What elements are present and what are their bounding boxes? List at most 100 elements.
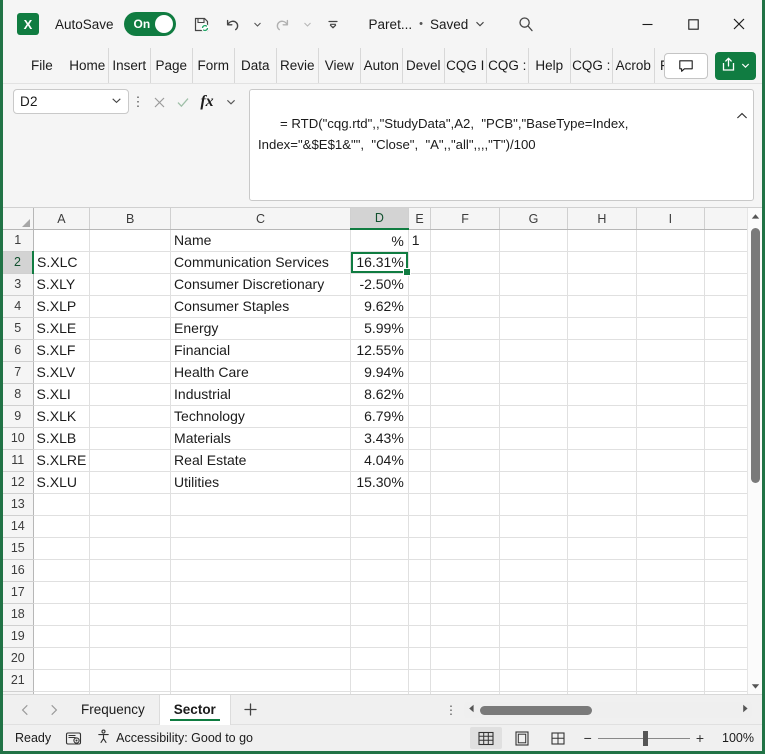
cell-F22[interactable] (430, 691, 500, 694)
column-header-b[interactable]: B (89, 208, 172, 230)
cell-G12[interactable] (499, 471, 569, 494)
cell-E1[interactable]: 1 (408, 229, 432, 252)
ribbon-tab-file[interactable]: File (17, 48, 67, 83)
cell-H18[interactable] (567, 603, 637, 626)
cell-H21[interactable] (567, 669, 637, 692)
cell-A14[interactable] (33, 515, 91, 538)
cell-B12[interactable] (89, 471, 172, 494)
cell-A17[interactable] (33, 581, 91, 604)
cell-A18[interactable] (33, 603, 91, 626)
column-header-h[interactable]: H (567, 208, 637, 230)
cell-H1[interactable] (567, 229, 637, 252)
cell-A11[interactable]: S.XLRE (33, 449, 91, 472)
row-header-4[interactable]: 4 (3, 295, 34, 318)
cell-H5[interactable] (567, 317, 637, 340)
cell-B9[interactable] (89, 405, 172, 428)
cell-F11[interactable] (430, 449, 500, 472)
cell-F5[interactable] (430, 317, 500, 340)
cell-A20[interactable] (33, 647, 91, 670)
zoom-slider[interactable]: − + (584, 730, 704, 746)
cell-G17[interactable] (499, 581, 569, 604)
cell-I9[interactable] (636, 405, 705, 428)
cell-B14[interactable] (89, 515, 172, 538)
cell-G22[interactable] (499, 691, 569, 694)
cell-E4[interactable] (408, 295, 432, 318)
cell-A13[interactable] (33, 493, 91, 516)
cell-A19[interactable] (33, 625, 91, 648)
row-header-15[interactable]: 15 (3, 537, 34, 560)
cell-H9[interactable] (567, 405, 637, 428)
cell-D22[interactable] (350, 691, 409, 694)
ribbon-tab-acrobat[interactable]: Acrob (613, 48, 655, 83)
cell-A2[interactable]: S.XLC (33, 251, 91, 274)
row-header-1[interactable]: 1 (3, 229, 34, 252)
row-header-20[interactable]: 20 (3, 647, 34, 670)
cell-H17[interactable] (567, 581, 637, 604)
cell-C3[interactable]: Consumer Discretionary (170, 273, 351, 296)
ribbon-tab-cqg-2[interactable]: CQG : (487, 48, 529, 83)
cell-G2[interactable] (499, 251, 569, 274)
cell-C21[interactable] (170, 669, 351, 692)
cell-D8[interactable]: 8.62% (350, 383, 409, 406)
redo-icon[interactable] (269, 10, 297, 38)
cell-E6[interactable] (408, 339, 432, 362)
cell-I16[interactable] (636, 559, 705, 582)
cell-I2[interactable] (636, 251, 705, 274)
formula-input[interactable]: = RTD("cqg.rtd",,"StudyData",A2, "PCB","… (249, 89, 754, 202)
cell-B6[interactable] (89, 339, 172, 362)
cell-E16[interactable] (408, 559, 432, 582)
cell-H8[interactable] (567, 383, 637, 406)
cell-I21[interactable] (636, 669, 705, 692)
cell-G15[interactable] (499, 537, 569, 560)
scroll-right-icon[interactable] (738, 704, 752, 715)
redo-dropdown-icon[interactable] (300, 10, 316, 38)
cell-A7[interactable]: S.XLV (33, 361, 91, 384)
cell-H16[interactable] (567, 559, 637, 582)
title-chevron-down-icon[interactable] (475, 17, 485, 32)
cell-D10[interactable]: 3.43% (350, 427, 409, 450)
row-header-17[interactable]: 17 (3, 581, 34, 604)
cell-E5[interactable] (408, 317, 432, 340)
cell-C14[interactable] (170, 515, 351, 538)
cell-G3[interactable] (499, 273, 569, 296)
ribbon-tab-formulas[interactable]: Form (193, 48, 235, 83)
vertical-scrollbar[interactable] (747, 208, 762, 694)
cell-B3[interactable] (89, 273, 172, 296)
name-box[interactable]: D2 (13, 89, 129, 114)
cell-B4[interactable] (89, 295, 172, 318)
cell-D4[interactable]: 9.62% (350, 295, 409, 318)
cell-C18[interactable] (170, 603, 351, 626)
cell-E15[interactable] (408, 537, 432, 560)
ribbon-tab-review[interactable]: Revie (277, 48, 319, 83)
cell-B17[interactable] (89, 581, 172, 604)
cell-D21[interactable] (350, 669, 409, 692)
cell-I15[interactable] (636, 537, 705, 560)
cell-A5[interactable]: S.XLE (33, 317, 91, 340)
cell-H7[interactable] (567, 361, 637, 384)
cell-I5[interactable] (636, 317, 705, 340)
cell-D14[interactable] (350, 515, 409, 538)
cell-G20[interactable] (499, 647, 569, 670)
cell-G10[interactable] (499, 427, 569, 450)
cell-H15[interactable] (567, 537, 637, 560)
cell-E22[interactable] (408, 691, 432, 694)
zoom-slider-handle[interactable] (642, 730, 648, 746)
row-header-6[interactable]: 6 (3, 339, 34, 362)
row-header-16[interactable]: 16 (3, 559, 34, 582)
cell-C13[interactable] (170, 493, 351, 516)
cell-F20[interactable] (430, 647, 500, 670)
ribbon-tab-cqg-3[interactable]: CQG : (571, 48, 613, 83)
cell-G5[interactable] (499, 317, 569, 340)
cell-E19[interactable] (408, 625, 432, 648)
cell-G1[interactable] (499, 229, 569, 252)
cell-C1[interactable]: Name (170, 229, 351, 252)
sheet-tab-frequency[interactable]: Frequency (67, 694, 160, 725)
cell-D5[interactable]: 5.99% (350, 317, 409, 340)
cell-I1[interactable] (636, 229, 705, 252)
row-header-2[interactable]: 2 (3, 251, 35, 274)
search-icon[interactable] (517, 15, 535, 33)
horizontal-scroll-track[interactable] (478, 702, 738, 718)
page-layout-view-icon[interactable] (506, 727, 538, 749)
cell-B21[interactable] (89, 669, 172, 692)
ribbon-tab-help[interactable]: Help (529, 48, 571, 83)
